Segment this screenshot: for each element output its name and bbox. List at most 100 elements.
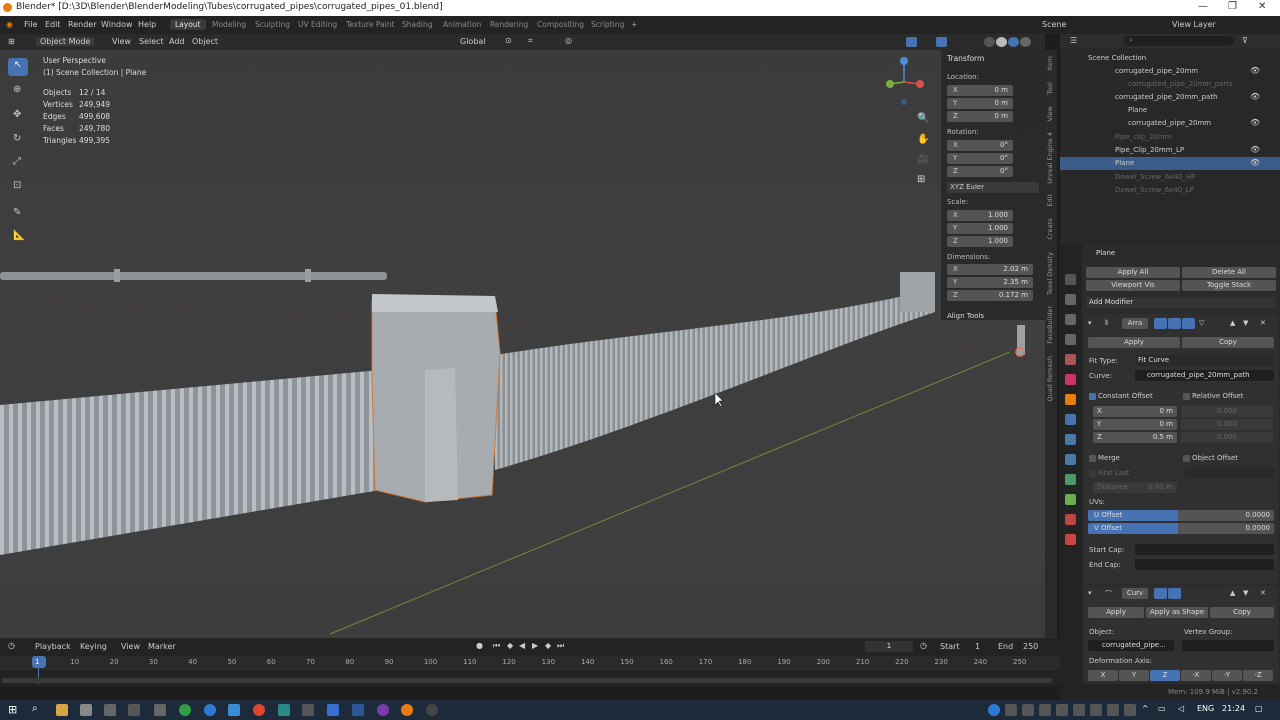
tab-texture-paint[interactable]: Texture Paint — [346, 20, 394, 29]
rotation-x-field[interactable]: X 0° — [947, 140, 1013, 151]
curve-apply-button[interactable]: Apply — [1088, 607, 1144, 618]
mode-dropdown[interactable]: Object Mode — [36, 37, 95, 46]
apply-as-shape-button[interactable]: Apply as Shape — [1146, 607, 1208, 618]
3d-viewport[interactable]: ↖ ⊕ ✥ ↻ ⤢ ⊡ ✎ 📐 User Perspective (1) Sce… — [0, 50, 1045, 638]
notifications-icon[interactable]: ▢ — [1255, 704, 1263, 713]
vp-menu-select[interactable]: Select — [139, 37, 164, 46]
wireframe-shading-icon[interactable] — [984, 37, 995, 47]
move-tool-button[interactable]: ✥ — [8, 107, 28, 125]
dimensions-z-field[interactable]: Z 0.172 m — [947, 290, 1033, 301]
tab-edit[interactable]: Edit — [1046, 194, 1054, 207]
rotation-z-field[interactable]: Z 0° — [947, 166, 1013, 177]
outliner-row[interactable]: corrugated_pipe_20mm_parts — [1060, 78, 1280, 91]
prev-keyframe-icon[interactable]: ◆ — [507, 641, 513, 650]
tray-icon[interactable] — [1056, 704, 1068, 716]
outliner-editor-icon[interactable]: ☰ — [1070, 36, 1077, 45]
transform-orientation-dropdown[interactable]: Global — [460, 37, 486, 46]
world-tab-icon[interactable] — [1065, 374, 1076, 385]
delete-all-button[interactable]: Delete All — [1182, 267, 1276, 278]
rotation-mode-dropdown[interactable]: XYZ Euler — [947, 182, 1039, 193]
outliner-row[interactable]: Scene Collection — [1060, 52, 1280, 65]
timeline-editor-icon[interactable]: ◷ — [8, 641, 15, 650]
object-tab-icon[interactable] — [1065, 394, 1076, 405]
app-icon[interactable] — [302, 704, 314, 716]
material-tab-icon[interactable] — [1065, 514, 1076, 525]
object-offset-checkbox[interactable] — [1183, 455, 1190, 462]
camera-view-icon[interactable]: 🎥 — [917, 154, 929, 165]
tab-compositing[interactable]: Compositing — [537, 20, 584, 29]
jump-end-icon[interactable]: ⏭ — [557, 641, 564, 651]
app-icon[interactable] — [128, 704, 140, 716]
vp-menu-view[interactable]: View — [112, 37, 131, 46]
add-modifier-dropdown[interactable]: Add Modifier — [1086, 297, 1276, 308]
toggle-stack-button[interactable]: Toggle Stack — [1182, 280, 1276, 291]
relative-offset-checkbox[interactable] — [1183, 393, 1190, 400]
start-cap-field[interactable] — [1135, 544, 1274, 555]
tab-scripting[interactable]: Scripting — [591, 20, 624, 29]
scale-tool-button[interactable]: ⤢ — [8, 154, 28, 172]
tray-icon[interactable] — [988, 704, 1000, 716]
dimensions-x-field[interactable]: X 2.02 m — [947, 264, 1033, 275]
tray-icon[interactable] — [1107, 704, 1119, 716]
next-keyframe-icon[interactable]: ◆ — [545, 641, 551, 650]
tab-sculpting[interactable]: Sculpting — [255, 20, 290, 29]
tray-icon[interactable] — [1073, 704, 1085, 716]
const-offset-y-field[interactable]: Y0 m — [1093, 419, 1177, 430]
record-icon[interactable]: ● — [476, 641, 483, 650]
scene-selector[interactable]: Scene — [1042, 20, 1066, 29]
vp-menu-add[interactable]: Add — [169, 37, 185, 46]
tool-tab-icon[interactable] — [1065, 274, 1076, 285]
end-cap-field[interactable] — [1135, 559, 1274, 570]
timeline-menu-keying[interactable]: Keying — [80, 642, 107, 651]
material-shading-icon[interactable] — [1008, 37, 1019, 47]
file-explorer-icon[interactable] — [56, 704, 68, 716]
outliner-row[interactable]: Pipe_clip_20mm — [1060, 131, 1280, 144]
outliner-row[interactable]: Pipe_Clip_20mm_LP — [1060, 144, 1280, 157]
vp-menu-object[interactable]: Object — [192, 37, 218, 46]
v-offset-slider[interactable]: V Offset 0.0000 — [1088, 523, 1274, 534]
tray-icon[interactable] — [1090, 704, 1102, 716]
viewport-vis-button[interactable]: Viewport Vis — [1086, 280, 1180, 291]
axis-y-button[interactable]: Y — [1119, 670, 1149, 681]
chrome-icon[interactable] — [253, 704, 265, 716]
timeline-scrollbar[interactable] — [2, 678, 1052, 683]
const-offset-z-field[interactable]: Z 0.5 m — [1093, 432, 1177, 443]
first-last-checkbox[interactable] — [1089, 470, 1096, 477]
blender-taskbar-icon[interactable] — [401, 704, 413, 716]
particles-tab-icon[interactable] — [1065, 434, 1076, 445]
tab-texel-density[interactable]: Texel Density — [1046, 252, 1054, 295]
rel-offset-y-field[interactable]: 0.000 — [1181, 419, 1273, 430]
gizmo-toggle-icon[interactable] — [906, 37, 917, 47]
volume-icon[interactable]: ◁ — [1178, 704, 1184, 713]
axis-neg-x-button[interactable]: -X — [1181, 670, 1211, 681]
merge-distance-field[interactable]: Distance 0.01 m — [1093, 482, 1177, 493]
rel-offset-z-field[interactable]: 0.000 — [1181, 432, 1273, 443]
axis-x-button[interactable]: X — [1088, 670, 1118, 681]
pan-hand-icon[interactable]: ✋ — [917, 134, 929, 145]
tab-quad-remesh[interactable]: Quad Remesh — [1046, 356, 1054, 401]
u-offset-slider[interactable]: U Offset 0.0000 — [1088, 510, 1274, 521]
visibility-eye-icon[interactable]: 👁 — [1250, 118, 1260, 127]
app-icon[interactable] — [327, 704, 339, 716]
overlay-toggle-icon[interactable] — [936, 37, 947, 47]
outliner-row[interactable]: corrugated_pipe_20mm_path — [1060, 91, 1280, 104]
show-in-viewport-icon[interactable] — [1168, 588, 1181, 599]
tray-icon[interactable] — [1039, 704, 1051, 716]
end-frame-field[interactable]: 250 — [1023, 642, 1038, 651]
outliner-row[interactable]: Dowel_Screw_6x40_LP — [1060, 184, 1280, 197]
remove-modifier-icon[interactable]: ✕ — [1260, 589, 1266, 597]
constraints-tab-icon[interactable] — [1065, 474, 1076, 485]
tab-layout[interactable]: Layout — [170, 19, 206, 30]
timeline-menu-view[interactable]: View — [121, 642, 140, 651]
axis-neg-y-button[interactable]: -Y — [1212, 670, 1242, 681]
maximize-button[interactable]: ❐ — [1228, 1, 1237, 12]
collapse-chevron-icon[interactable]: ▾ — [1088, 319, 1092, 327]
array-modifier-name[interactable]: Arra — [1122, 318, 1148, 329]
collapse-chevron-icon[interactable]: ▾ — [1088, 589, 1092, 597]
current-frame-field[interactable]: 1 — [865, 641, 913, 652]
app-icon[interactable] — [426, 704, 438, 716]
move-down-icon[interactable]: ▼ — [1243, 589, 1248, 597]
array-apply-button[interactable]: Apply — [1088, 337, 1180, 348]
tab-item[interactable]: Item — [1046, 56, 1054, 71]
move-up-icon[interactable]: ▲ — [1230, 589, 1235, 597]
